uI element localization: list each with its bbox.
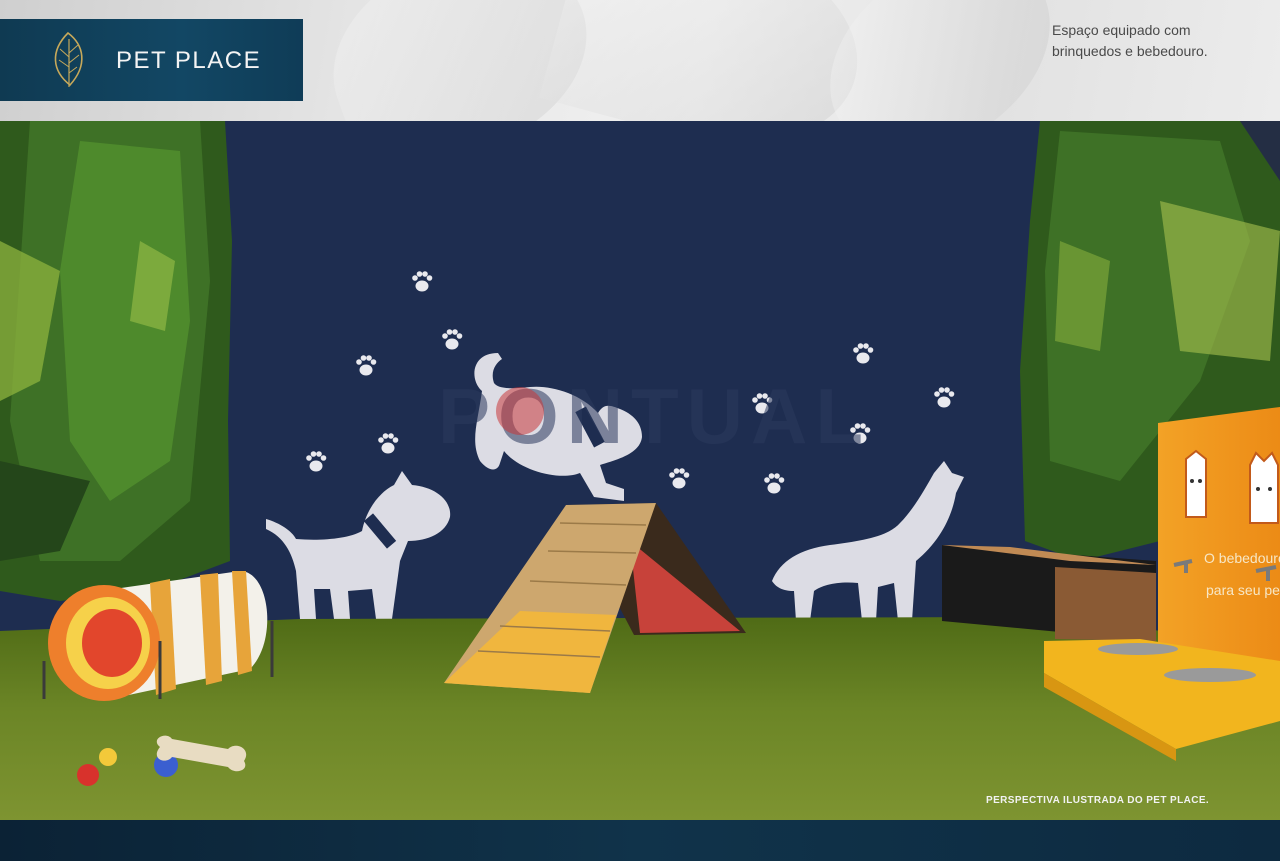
water-bowl	[1164, 668, 1256, 682]
water-bowl	[1098, 643, 1178, 655]
description-line: Espaço equipado com	[1052, 22, 1191, 38]
image-caption: PERSPECTIVA ILUSTRADA DO PET PLACE.	[986, 795, 1210, 806]
description: Espaço equipado com brinquedos e bebedou…	[1052, 20, 1262, 62]
footer-band	[0, 820, 1280, 861]
page-title: PET PLACE	[116, 47, 262, 74]
ivy-wall-left	[0, 121, 232, 601]
sign-text-line2: para seu pet	[1206, 582, 1280, 598]
pet-place-illustration: PONTUAL O bebedouro para seu pet PERSPEC…	[0, 121, 1280, 820]
header-band: PET PLACE Espaço equipado com brinquedos…	[0, 0, 1280, 121]
leaf-logo-icon	[54, 31, 83, 87]
sign-text-line1: O bebedouro	[1204, 550, 1280, 566]
dog-face-icon	[1185, 449, 1207, 518]
title-box: PET PLACE	[0, 19, 303, 101]
scene-artwork: PONTUAL O bebedouro para seu pet	[0, 121, 1280, 820]
description-line: brinquedos e bebedouro.	[1052, 43, 1208, 59]
background-leaf-shape	[539, 0, 881, 121]
cat-face-icon	[1249, 451, 1279, 524]
water-station-sign	[1158, 407, 1280, 673]
map-pin-icon	[496, 387, 544, 435]
